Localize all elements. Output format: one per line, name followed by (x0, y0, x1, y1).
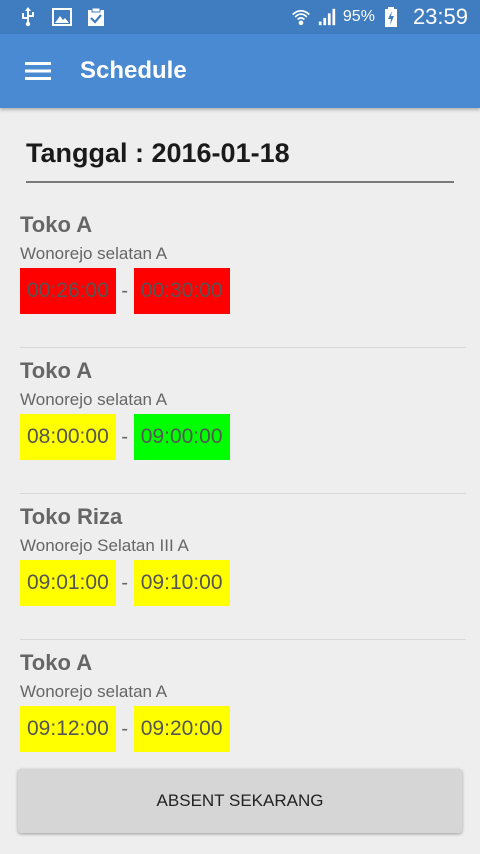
store-name: Toko Riza (20, 504, 123, 529)
date-label: Tanggal : 2016-01-18 (26, 138, 290, 168)
schedule-entry[interactable]: Toko A Wonorejo selatan A 08:00:00 - 09:… (20, 358, 466, 460)
divider (20, 493, 466, 494)
date-header: Tanggal : 2016-01-18 (26, 138, 454, 183)
system-icons: 95% 23:59 (291, 4, 480, 30)
time-separator: - (121, 425, 129, 448)
clock: 23:59 (412, 4, 468, 29)
schedule-content: Tanggal : 2016-01-18 Toko A Wonorejo sel… (0, 108, 480, 854)
menu-button[interactable] (12, 45, 64, 97)
time-range: 09:01:00 - 09:10:00 (20, 560, 466, 606)
end-time: 09:10:00 (133, 560, 230, 606)
signal-icon (317, 7, 337, 27)
start-time: 08:00:00 (20, 414, 116, 460)
store-address: Wonorejo selatan A (20, 390, 168, 409)
page-title: Schedule (80, 57, 187, 84)
store-address: Wonorejo Selatan III A (20, 536, 189, 555)
time-separator: - (121, 279, 129, 302)
store-name: Toko A (20, 650, 93, 675)
battery-charging-icon (381, 7, 401, 27)
status-bar: 95% 23:59 (0, 0, 480, 34)
start-time: 00:26:00 (20, 268, 116, 314)
image-icon (52, 7, 72, 27)
schedule-entry[interactable]: Toko Riza Wonorejo Selatan III A 09:01:0… (20, 504, 466, 606)
usb-icon (18, 7, 38, 27)
store-address: Wonorejo selatan A (20, 244, 168, 263)
time-separator: - (121, 571, 129, 594)
end-time: 00:30:00 (133, 268, 230, 314)
time-range: 00:26:00 - 00:30:00 (20, 268, 466, 314)
time-range: 09:12:00 - 09:20:00 (20, 706, 466, 752)
divider (20, 639, 466, 640)
store-address: Wonorejo selatan A (20, 682, 168, 701)
clipboard-check-icon (86, 7, 106, 27)
time-separator: - (121, 717, 129, 740)
battery-percent: 95% (342, 8, 375, 25)
start-time: 09:01:00 (20, 560, 116, 606)
absent-now-button[interactable]: ABSENT SEKARANG (18, 769, 462, 833)
time-range: 08:00:00 - 09:00:00 (20, 414, 466, 460)
start-time: 09:12:00 (20, 706, 116, 752)
store-name: Toko A (20, 358, 93, 383)
end-time: 09:20:00 (133, 706, 230, 752)
end-time: 09:00:00 (133, 414, 230, 460)
schedule-entry[interactable]: Toko A Wonorejo selatan A 00:26:00 - 00:… (20, 212, 466, 314)
app-toolbar: Schedule (0, 34, 480, 108)
store-name: Toko A (20, 212, 93, 237)
hamburger-icon (25, 62, 51, 80)
notification-icons (0, 7, 106, 27)
divider (20, 347, 466, 348)
schedule-entry[interactable]: Toko A Wonorejo selatan A 09:12:00 - 09:… (20, 650, 466, 752)
wifi-icon (291, 7, 311, 27)
